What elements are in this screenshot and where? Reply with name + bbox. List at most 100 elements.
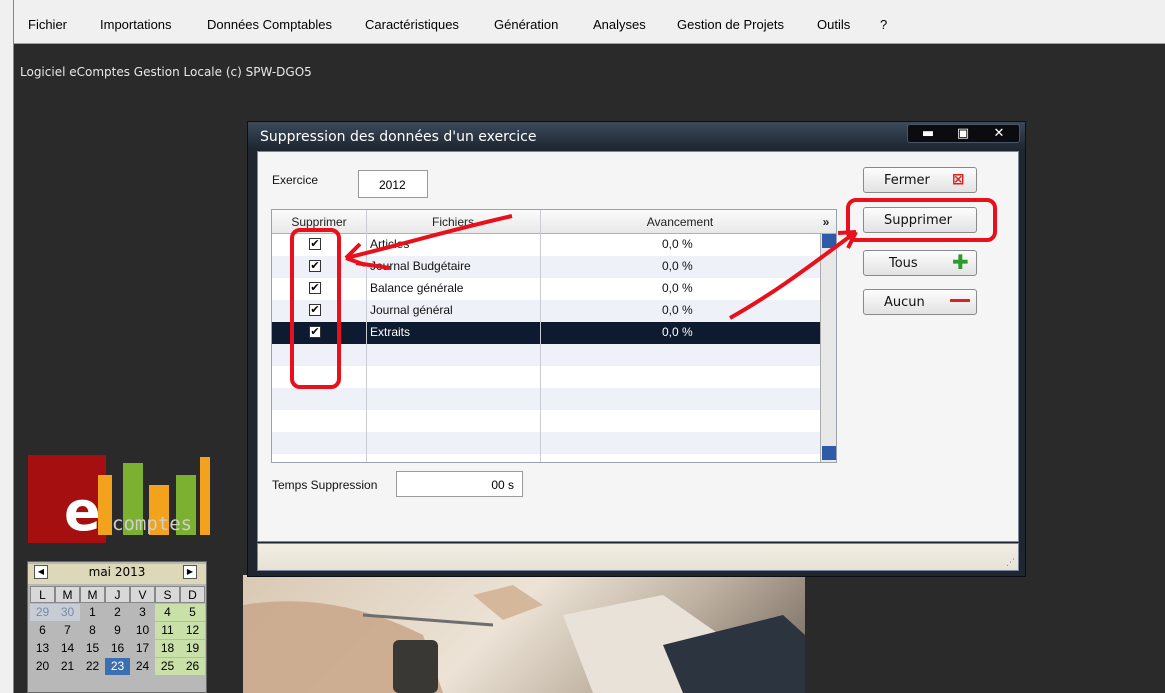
tous-label: Tous (889, 256, 918, 271)
calendar-day[interactable]: 4 (155, 604, 180, 621)
col-avancement[interactable]: Avancement (540, 215, 820, 229)
calendar-day[interactable]: 25 (155, 658, 180, 675)
files-table: Supprimer Fichiers Avancement » ✔ Article… (271, 209, 837, 463)
calendar-day[interactable]: 7 (55, 622, 80, 639)
table-row[interactable]: ✔ Articles 0,0 % (272, 234, 820, 256)
table-scrollbar[interactable] (820, 234, 836, 462)
window-frame-left (0, 0, 14, 693)
photo-illustration (243, 585, 805, 693)
calendar-week: 20 21 22 23 24 25 26 (30, 658, 206, 676)
fichier-cell: Articles (370, 237, 410, 251)
calendar-day[interactable]: 3 (130, 604, 155, 621)
menu-help[interactable]: ? (880, 17, 887, 32)
resize-grip-icon[interactable]: ⋰ (1006, 558, 1015, 568)
chevron-down-icon[interactable]: » (819, 215, 833, 229)
delete-checkbox[interactable]: ✔ (309, 282, 321, 294)
fermer-label: Fermer (884, 173, 930, 188)
calendar-day[interactable]: 26 (180, 658, 205, 675)
scroll-down-icon[interactable] (822, 446, 836, 460)
fermer-button[interactable]: Fermer ⊠ (863, 167, 977, 193)
calendar-day[interactable]: 23 (105, 658, 130, 675)
menu-analyses[interactable]: Analyses (593, 17, 646, 32)
tous-button[interactable]: Tous ✚ (863, 250, 977, 276)
dialog-body: Exercice 2012 Supprimer Fichiers Avancem… (257, 151, 1019, 542)
calendar-day[interactable]: 1 (80, 604, 105, 621)
table-row (272, 432, 820, 454)
dialog-titlebar[interactable]: Suppression des données d'un exercice ▬ … (248, 122, 1025, 150)
table-row (272, 410, 820, 432)
calendar-week: 6 7 8 9 10 11 12 (30, 622, 206, 640)
calendar-day-header: M (80, 586, 105, 603)
menu-generation[interactable]: Génération (494, 17, 558, 32)
calendar-day[interactable]: 22 (80, 658, 105, 675)
table-row[interactable]: ✔ Balance générale 0,0 % (272, 278, 820, 300)
calendar-day[interactable]: 5 (180, 604, 205, 621)
calendar-day[interactable]: 6 (30, 622, 55, 639)
calendar-day-header: L (30, 586, 55, 603)
calendar-day[interactable]: 15 (80, 640, 105, 657)
fichier-cell: Extraits (370, 325, 411, 339)
calendar-day[interactable]: 17 (130, 640, 155, 657)
menu-importations[interactable]: Importations (100, 17, 172, 32)
avancement-cell: 0,0 % (662, 259, 693, 273)
supprimer-button[interactable]: Supprimer (863, 207, 977, 233)
calendar-day[interactable]: 21 (55, 658, 80, 675)
calendar-day[interactable]: 8 (80, 622, 105, 639)
logo-word: comptes (112, 513, 193, 535)
temps-field[interactable]: 00 s (396, 471, 523, 497)
scroll-up-icon[interactable] (822, 234, 836, 248)
fichier-cell: Journal Budgétaire (370, 259, 471, 273)
temps-value: 00 s (491, 478, 514, 492)
minimize-icon[interactable]: ▬ (911, 126, 945, 142)
menu-fichier[interactable]: Fichier (28, 17, 67, 32)
calendar-day[interactable]: 24 (130, 658, 155, 675)
table-row[interactable]: ✔ Journal général 0,0 % (272, 300, 820, 322)
supprimer-label: Supprimer (884, 213, 952, 228)
calendar-day[interactable]: 18 (155, 640, 180, 657)
suppression-dialog: Suppression des données d'un exercice ▬ … (247, 121, 1026, 577)
temps-label: Temps Suppression (272, 478, 378, 492)
exercice-field[interactable]: 2012 (358, 170, 428, 198)
calendar-day[interactable]: 10 (130, 622, 155, 639)
dialog-statusbar: ⋰ (257, 543, 1019, 571)
calendar-day[interactable]: 12 (180, 622, 205, 639)
table-row (272, 388, 820, 410)
fichier-cell: Journal général (370, 303, 453, 317)
right-arrow-icon[interactable]: ▶ (183, 565, 197, 579)
delete-checkbox[interactable]: ✔ (309, 326, 321, 338)
calendar-widget: ◀ mai 2013 ▶ L M M J V S D 29 30 1 2 3 4 5 6 7 8 9 10 11 12 1… (27, 561, 207, 693)
dialog-title: Suppression des données d'un exercice (260, 129, 537, 145)
calendar-day[interactable]: 2 (105, 604, 130, 621)
calendar-day[interactable]: 20 (30, 658, 55, 675)
col-supprimer[interactable]: Supprimer (272, 215, 366, 229)
avancement-cell: 0,0 % (662, 325, 693, 339)
aucun-button[interactable]: Aucun (863, 289, 977, 315)
app-caption: Logiciel eComptes Gestion Locale (c) SPW… (20, 65, 312, 79)
table-row[interactable]: ✔ Journal Budgétaire 0,0 % (272, 256, 820, 278)
col-fichiers[interactable]: Fichiers (366, 215, 540, 229)
table-row (272, 366, 820, 388)
calendar-week: 29 30 1 2 3 4 5 (30, 604, 206, 622)
calendar-day-header: J (105, 586, 130, 603)
delete-checkbox[interactable]: ✔ (309, 304, 321, 316)
menu-gestion-projets[interactable]: Gestion de Projets (677, 17, 784, 32)
menu-caracteristiques[interactable]: Caractéristiques (365, 17, 459, 32)
calendar-day[interactable]: 16 (105, 640, 130, 657)
menu-outils[interactable]: Outils (817, 17, 850, 32)
calendar-day[interactable]: 14 (55, 640, 80, 657)
table-row (272, 344, 820, 366)
close-icon[interactable]: ✕ (982, 126, 1016, 142)
calendar-month: mai 2013 (88, 565, 146, 579)
delete-checkbox[interactable]: ✔ (309, 260, 321, 272)
menu-donnees-comptables[interactable]: Données Comptables (207, 17, 332, 32)
calendar-day[interactable]: 9 (105, 622, 130, 639)
calendar-day[interactable]: 13 (30, 640, 55, 657)
calendar-day[interactable]: 11 (155, 622, 180, 639)
maximize-icon[interactable]: ▣ (946, 126, 980, 142)
calendar-day[interactable]: 29 (30, 604, 55, 621)
calendar-day[interactable]: 30 (55, 604, 80, 621)
ecomptes-logo: e comptes (28, 455, 213, 543)
calendar-day[interactable]: 19 (180, 640, 205, 657)
table-row[interactable]: ✔ Extraits 0,0 % (272, 322, 820, 344)
delete-checkbox[interactable]: ✔ (309, 238, 321, 250)
